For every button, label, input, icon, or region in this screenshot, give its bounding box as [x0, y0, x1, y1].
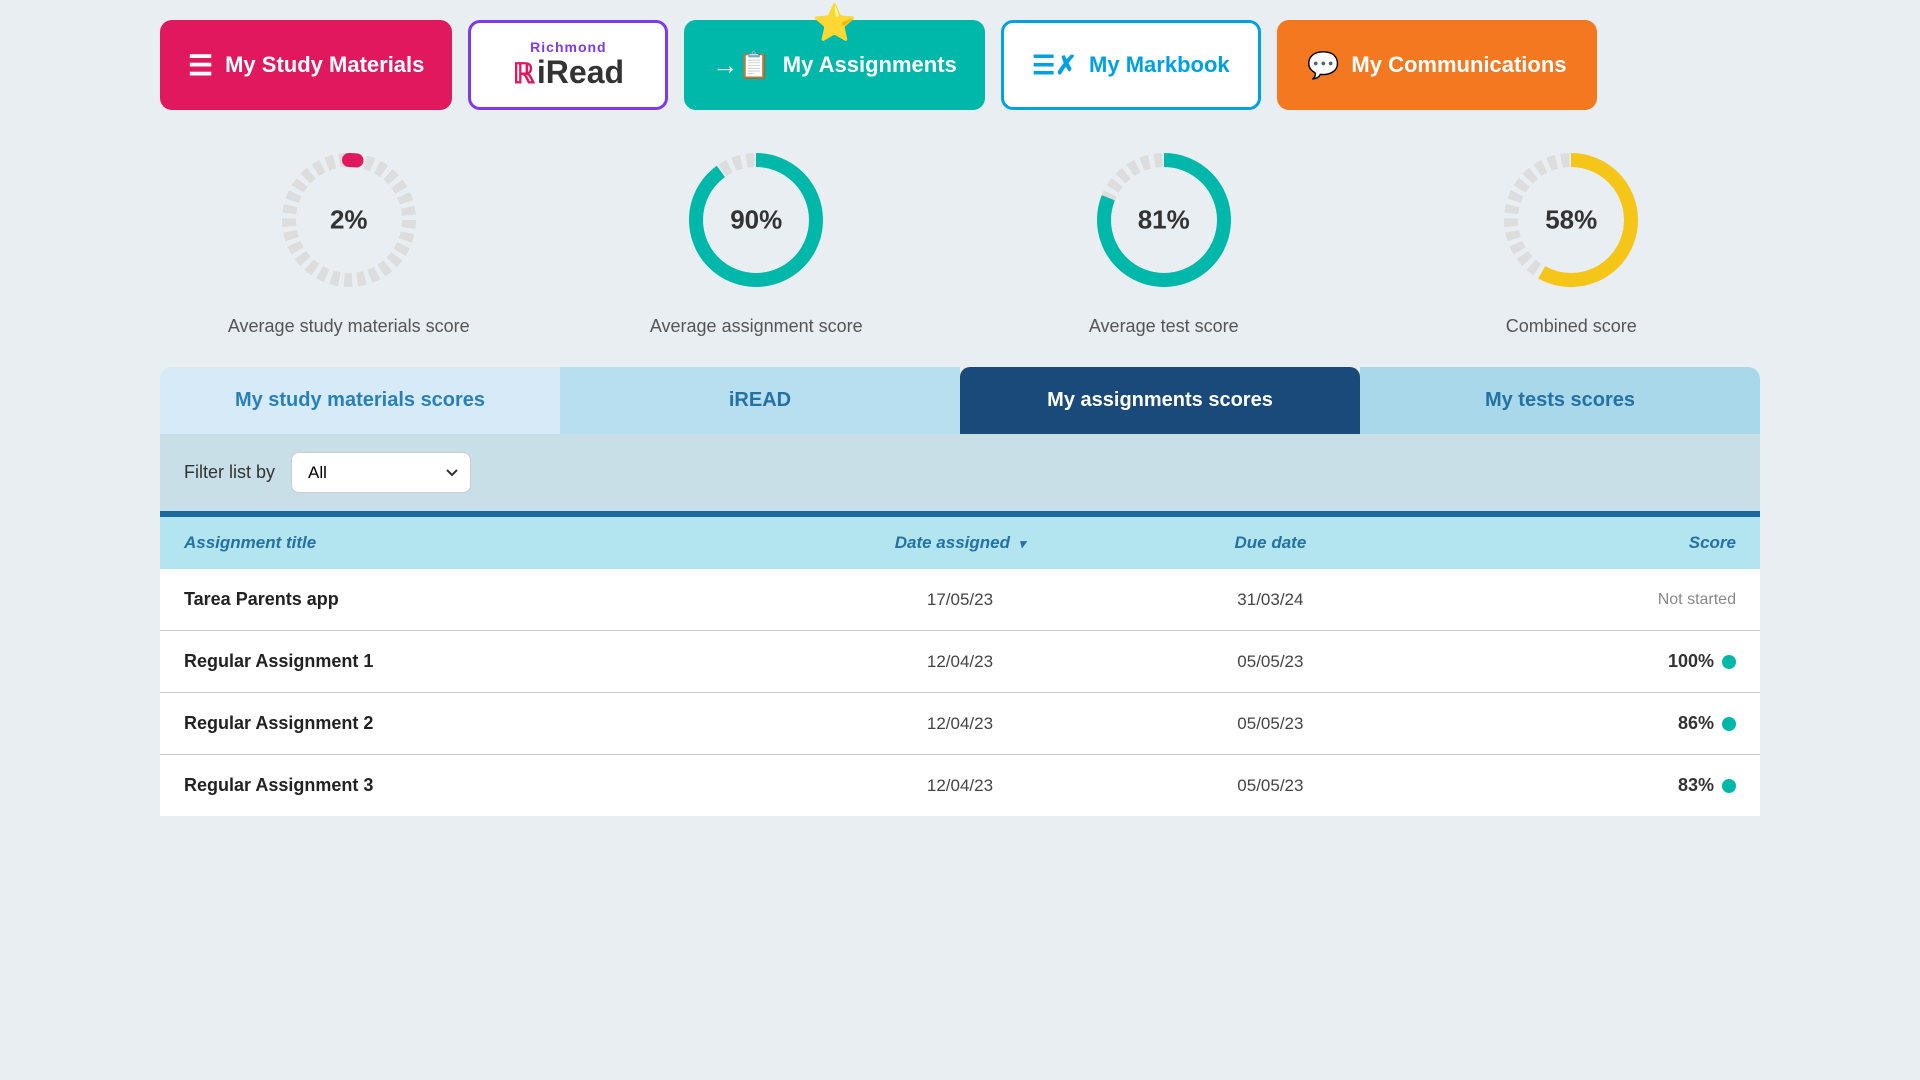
markbook-button[interactable]: ☰✗ My Markbook	[1001, 20, 1261, 110]
table-row: Tarea Parents app 17/05/23 31/03/24 Not …	[160, 569, 1760, 631]
study-materials-button[interactable]: ☰ My Study Materials	[160, 20, 452, 110]
iread-button[interactable]: Richmond ℝ iRead	[468, 20, 668, 110]
nav-buttons: ☰ My Study Materials Richmond ℝ iRead ⭐ …	[160, 20, 1760, 110]
markbook-label: My Markbook	[1089, 52, 1230, 78]
row-score: 86%	[1426, 713, 1736, 734]
study-donut: 2%	[269, 140, 429, 300]
row-due-date: 05/05/23	[1115, 776, 1425, 796]
assignment-score-title: Average assignment score	[650, 316, 863, 337]
row-due-date: 05/05/23	[1115, 652, 1425, 672]
row-score: Not started	[1426, 591, 1736, 609]
test-pct-label: 81%	[1138, 205, 1190, 236]
tab-assignments[interactable]: My assignments scores	[960, 367, 1360, 434]
study-materials-icon: ☰	[188, 49, 213, 82]
test-donut: 81%	[1084, 140, 1244, 300]
assignments-button[interactable]: ⭐ →📋 My Assignments	[684, 20, 984, 110]
assignments-label: My Assignments	[783, 52, 957, 78]
communications-button[interactable]: 💬 My Communications	[1277, 20, 1597, 110]
richmond-label: Richmond	[530, 40, 606, 55]
communications-icon: 💬	[1307, 50, 1339, 81]
row-title: Tarea Parents app	[184, 589, 805, 610]
row-date-assigned: 12/04/23	[805, 652, 1115, 672]
row-due-date: 31/03/24	[1115, 590, 1425, 610]
test-score-title: Average test score	[1089, 316, 1239, 337]
row-date-assigned: 12/04/23	[805, 714, 1115, 734]
tab-iread[interactable]: iREAD	[560, 367, 960, 434]
filter-select[interactable]: All Completed In Progress Not started	[291, 452, 471, 493]
tab-study-materials[interactable]: My study materials scores	[160, 367, 560, 434]
assignments-arrow-icon: →📋	[712, 50, 770, 81]
iread-r-icon: ℝ	[513, 59, 535, 90]
th-score: Score	[1426, 533, 1736, 553]
row-score: 100%	[1426, 651, 1736, 672]
iread-logo: Richmond ℝ iRead	[513, 40, 624, 91]
main-container: ☰ My Study Materials Richmond ℝ iRead ⭐ …	[0, 0, 1920, 836]
assignment-score-card: 90% Average assignment score	[568, 140, 946, 337]
markbook-icon: ☰✗	[1032, 50, 1077, 81]
tab-tests[interactable]: My tests scores	[1360, 367, 1760, 434]
filter-label: Filter list by	[184, 462, 275, 483]
score-dot-icon	[1722, 779, 1736, 793]
row-score: 83%	[1426, 775, 1736, 796]
iread-text: iRead	[537, 55, 624, 90]
row-title: Regular Assignment 1	[184, 651, 805, 672]
tabs-row: My study materials scores iREAD My assig…	[160, 367, 1760, 434]
assignment-donut: 90%	[676, 140, 836, 300]
communications-label: My Communications	[1351, 52, 1566, 78]
table-row: Regular Assignment 3 12/04/23 05/05/23 8…	[160, 755, 1760, 816]
star-badge-icon: ⭐	[812, 2, 857, 44]
table-row: Regular Assignment 2 12/04/23 05/05/23 8…	[160, 693, 1760, 755]
study-materials-label: My Study Materials	[225, 52, 424, 78]
th-date-assigned: Date assigned ▾	[805, 533, 1115, 553]
assignment-pct-label: 90%	[730, 205, 782, 236]
row-title: Regular Assignment 2	[184, 713, 805, 734]
filter-row: Filter list by All Completed In Progress…	[160, 434, 1760, 511]
study-score-card: 2% Average study materials score	[160, 140, 538, 337]
row-date-assigned: 17/05/23	[805, 590, 1115, 610]
combined-pct-label: 58%	[1545, 205, 1597, 236]
test-score-card: 81% Average test score	[975, 140, 1353, 337]
table-area: Filter list by All Completed In Progress…	[160, 434, 1760, 816]
table-row: Regular Assignment 1 12/04/23 05/05/23 1…	[160, 631, 1760, 693]
row-date-assigned: 12/04/23	[805, 776, 1115, 796]
combined-score-title: Combined score	[1506, 316, 1637, 337]
study-pct-label: 2%	[330, 205, 368, 236]
th-title: Assignment title	[184, 533, 805, 553]
combined-donut: 58%	[1491, 140, 1651, 300]
row-due-date: 05/05/23	[1115, 714, 1425, 734]
score-dot-icon	[1722, 655, 1736, 669]
th-due-date: Due date	[1115, 533, 1425, 553]
study-score-title: Average study materials score	[228, 316, 470, 337]
row-title: Regular Assignment 3	[184, 775, 805, 796]
table-body: Tarea Parents app 17/05/23 31/03/24 Not …	[160, 569, 1760, 816]
score-dot-icon	[1722, 717, 1736, 731]
sort-icon: ▾	[1019, 536, 1026, 551]
combined-score-card: 58% Combined score	[1383, 140, 1761, 337]
score-cards: 2% Average study materials score 90% Ave…	[160, 140, 1760, 337]
table-header: Assignment title Date assigned ▾ Due dat…	[160, 517, 1760, 569]
